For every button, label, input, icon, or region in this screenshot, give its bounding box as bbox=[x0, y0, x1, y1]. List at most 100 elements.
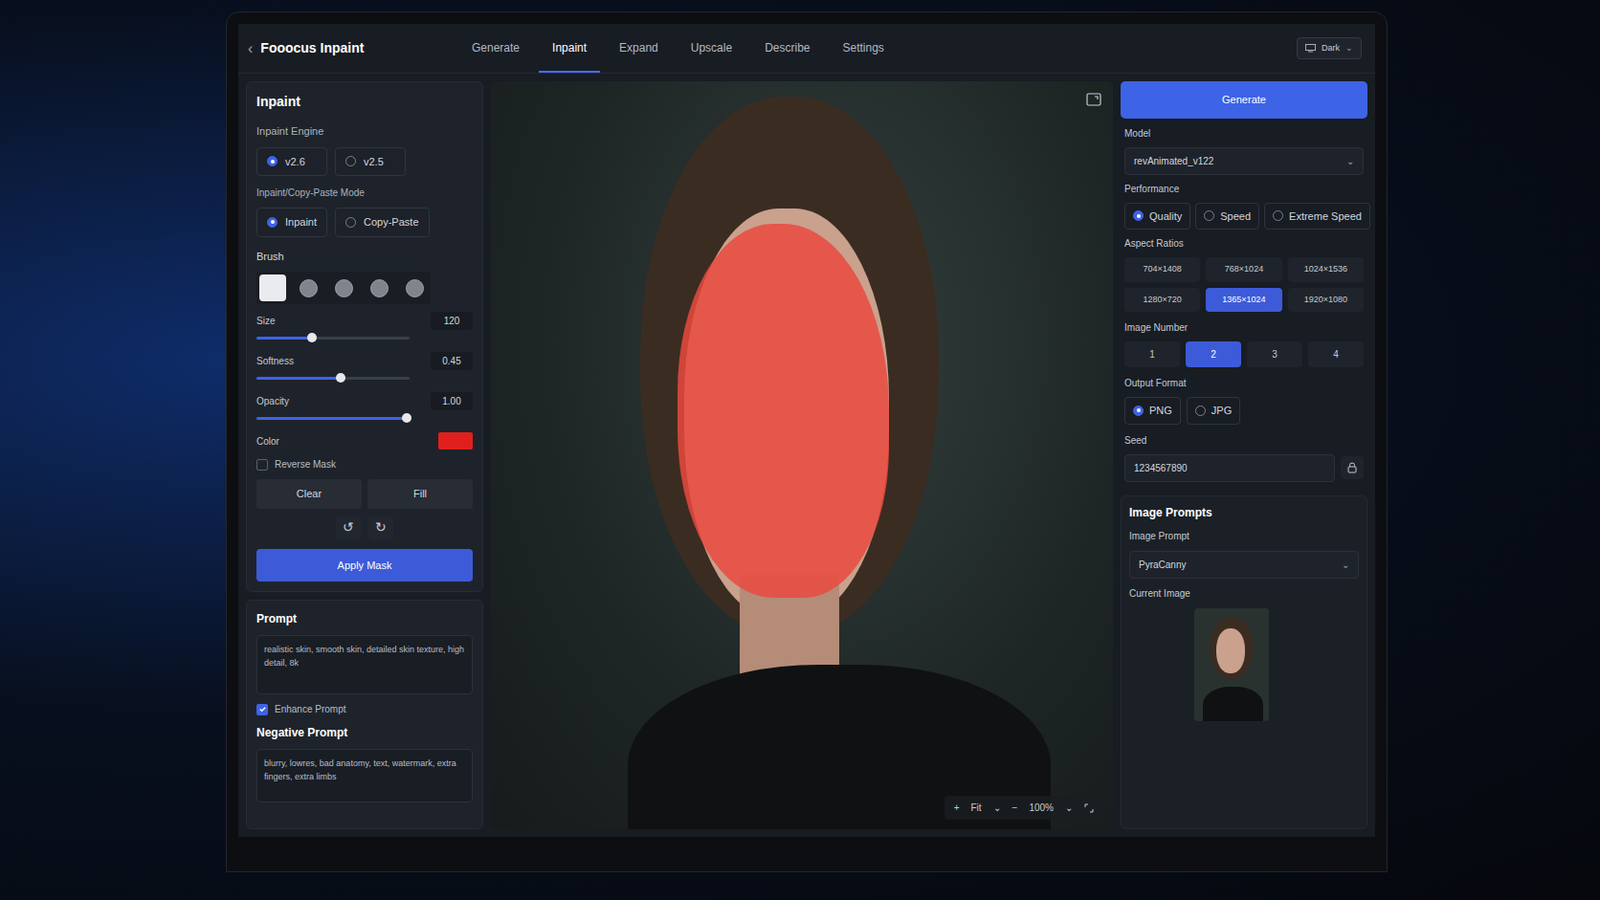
brush-icon bbox=[334, 279, 354, 298]
tab[interactable]: Generate bbox=[458, 23, 534, 73]
image-number-option[interactable]: 4 bbox=[1308, 341, 1364, 368]
radio-icon bbox=[266, 217, 278, 228]
generate-button[interactable]: Generate bbox=[1120, 81, 1368, 119]
aspect-option[interactable]: 1920×1080 bbox=[1288, 288, 1364, 313]
model-select[interactable]: revAnimated_v122⌄ bbox=[1124, 147, 1364, 176]
seed-input[interactable]: 1234567890 bbox=[1124, 454, 1335, 483]
tab[interactable]: Expand bbox=[605, 23, 672, 73]
image-number-option[interactable]: 1 bbox=[1124, 341, 1180, 368]
radio-option[interactable]: JPG bbox=[1186, 397, 1241, 425]
brush-shape[interactable] bbox=[400, 274, 428, 302]
brush-icon bbox=[405, 279, 424, 298]
main-area: InpaintInpaint Enginev2.6v2.5Inpaint/Cop… bbox=[238, 73, 1376, 838]
slider-value[interactable]: 0.45 bbox=[430, 352, 473, 371]
current-image-label: Current Image bbox=[1129, 586, 1359, 601]
tab-label: Settings bbox=[843, 39, 885, 57]
theme-label: Dark bbox=[1321, 42, 1340, 56]
undo-button[interactable]: ↺ bbox=[335, 516, 361, 540]
face-shape bbox=[1216, 628, 1245, 674]
checkbox[interactable]: Enhance Prompt bbox=[256, 702, 473, 717]
fullscreen-button[interactable] bbox=[1084, 803, 1094, 814]
color-swatch[interactable] bbox=[438, 432, 473, 450]
right-column: Generate ModelrevAnimated_v122⌄Performanc… bbox=[1120, 81, 1368, 830]
mask-button[interactable]: Clear bbox=[256, 479, 362, 510]
tab[interactable]: Upscale bbox=[677, 23, 746, 73]
mask-button[interactable]: Fill bbox=[367, 479, 473, 510]
performance-radio-group: Quality Speed Extreme Speed bbox=[1124, 202, 1364, 231]
color-row: Color bbox=[256, 432, 473, 450]
radio-option[interactable]: Extreme Speed bbox=[1264, 202, 1371, 231]
redo-button[interactable]: ↻ bbox=[368, 516, 394, 540]
radio-label: Speed bbox=[1220, 208, 1251, 225]
aspect-option[interactable]: 768×1024 bbox=[1205, 257, 1282, 283]
radio-option[interactable]: Inpaint bbox=[256, 207, 328, 238]
color-label: Color bbox=[256, 434, 280, 449]
tab-bar: GenerateInpaintExpandUpscaleDescribe Sett… bbox=[458, 23, 898, 73]
prompt-panel: Promptrealistic skin, smooth skin, detai… bbox=[245, 600, 484, 830]
inpaint-panel: InpaintInpaint Enginev2.6v2.5Inpaint/Cop… bbox=[245, 81, 484, 593]
zoom-control[interactable]: + bbox=[954, 800, 960, 816]
settings-panel: ModelrevAnimated_v122⌄PerformanceQuality… bbox=[1120, 126, 1368, 483]
radio-label: Quality bbox=[1149, 208, 1182, 225]
radio-option[interactable]: v2.5 bbox=[334, 147, 406, 178]
aspect-option[interactable]: 1365×1024 bbox=[1205, 288, 1282, 313]
tab[interactable]: Settings bbox=[829, 23, 898, 73]
brush-shape[interactable] bbox=[365, 274, 393, 302]
negative-prompt-input[interactable]: blurry, lowres, bad anatomy, text, water… bbox=[256, 749, 473, 803]
slider-track[interactable] bbox=[256, 377, 410, 380]
negative-prompt-label: Negative Prompt bbox=[256, 724, 473, 742]
zoom-control[interactable]: 100% bbox=[1028, 800, 1054, 816]
engine-radio-group: v2.6v2.5 bbox=[256, 147, 473, 178]
panel-title: Inpaint bbox=[256, 91, 473, 112]
slider-track[interactable] bbox=[256, 417, 410, 421]
slider-track[interactable] bbox=[256, 336, 410, 340]
radio-icon bbox=[1133, 405, 1144, 417]
slider-thumb[interactable] bbox=[401, 413, 412, 423]
brush-shape[interactable] bbox=[259, 274, 287, 302]
image-prompt-value: PyraCanny bbox=[1138, 557, 1186, 573]
inpaint-mask[interactable] bbox=[677, 223, 889, 599]
image-number-option[interactable]: 2 bbox=[1185, 341, 1242, 368]
aspect-option[interactable]: 1024×1536 bbox=[1288, 257, 1364, 283]
radio-icon bbox=[1133, 210, 1144, 222]
zoom-control[interactable]: ⌄ bbox=[1065, 800, 1073, 816]
apply-mask-button[interactable]: Apply Mask bbox=[256, 549, 473, 583]
check-icon bbox=[258, 705, 267, 714]
app-window: ‹Fooocus InpaintGenerateInpaintExpandUps… bbox=[238, 23, 1376, 838]
slider-value[interactable]: 120 bbox=[430, 311, 473, 331]
zoom-control[interactable]: Fit bbox=[970, 800, 981, 816]
zoom-control[interactable]: − bbox=[1012, 800, 1019, 816]
radio-label: Inpaint bbox=[285, 214, 317, 231]
radio-label: Extreme Speed bbox=[1288, 208, 1362, 225]
radio-dot-icon bbox=[1136, 214, 1141, 219]
aspect-option[interactable]: 1280×720 bbox=[1124, 288, 1200, 313]
prompt-input[interactable]: realistic skin, smooth skin, detailed sk… bbox=[256, 635, 473, 695]
seed-lock-button[interactable] bbox=[1340, 456, 1364, 480]
mode-radio-group: Inpaint Copy-Paste bbox=[256, 207, 473, 238]
radio-option[interactable]: Quality bbox=[1124, 202, 1191, 231]
slider-value[interactable]: 1.00 bbox=[430, 392, 473, 411]
slider-thumb[interactable] bbox=[335, 373, 346, 383]
checkbox[interactable]: Reverse Mask bbox=[256, 457, 473, 472]
tab[interactable]: Describe bbox=[751, 23, 823, 73]
canvas[interactable]: +Fit⌄−100%⌄ bbox=[490, 81, 1113, 830]
theme-select[interactable]: Dark⌄ bbox=[1296, 37, 1362, 61]
radio-option[interactable]: Copy-Paste bbox=[334, 207, 429, 238]
slider-thumb[interactable] bbox=[307, 333, 317, 343]
brush-shape[interactable] bbox=[294, 274, 322, 302]
back-button[interactable]: ‹ bbox=[247, 37, 253, 61]
brush-shape[interactable] bbox=[330, 274, 357, 302]
radio-option[interactable]: PNG bbox=[1124, 397, 1181, 425]
zoom-control[interactable]: ⌄ bbox=[993, 800, 1001, 816]
image-number-option[interactable]: 3 bbox=[1246, 341, 1303, 368]
image-prompts-title: Image Prompts bbox=[1129, 504, 1359, 522]
aspect-option[interactable]: 704×1408 bbox=[1124, 257, 1200, 283]
tab[interactable]: Inpaint bbox=[538, 23, 600, 73]
slider-header: Opacity1.00 bbox=[256, 392, 473, 411]
app-title: Fooocus Inpaint bbox=[260, 38, 364, 59]
expand-button[interactable] bbox=[1086, 92, 1102, 107]
lock-icon bbox=[1347, 462, 1357, 474]
radio-option[interactable]: Speed bbox=[1195, 202, 1260, 231]
image-prompt-select[interactable]: PyraCanny⌄ bbox=[1129, 551, 1359, 579]
radio-option[interactable]: v2.6 bbox=[256, 147, 328, 178]
